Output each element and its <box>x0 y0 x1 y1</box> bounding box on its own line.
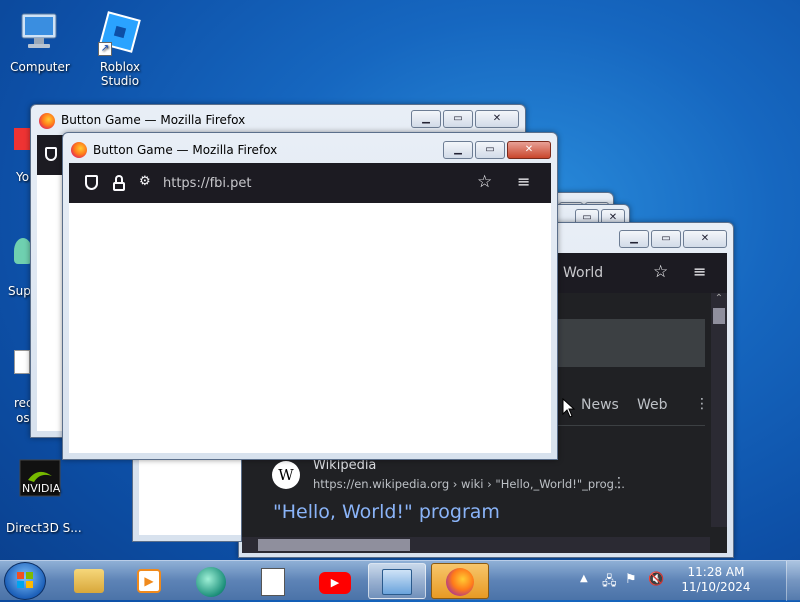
more-options-icon[interactable]: ⋮ <box>695 396 709 412</box>
permissions-icon[interactable]: ⚙ <box>139 174 151 189</box>
scroll-up-arrow-icon[interactable]: ⌃ <box>711 293 727 304</box>
taskbar-file-explorer[interactable] <box>60 563 118 599</box>
clock[interactable]: 11:28 AM 11/10/2024 <box>676 565 756 595</box>
file-icon <box>14 350 30 374</box>
scrollbar[interactable]: ⌃ <box>711 293 727 527</box>
minimize-button[interactable]: ▁ <box>411 110 441 128</box>
lock-icon[interactable] <box>113 175 125 191</box>
firefox-icon <box>446 568 474 596</box>
roblox-studio-icon: ↗ <box>96 8 144 56</box>
close-button[interactable]: ✕ <box>507 141 551 159</box>
desktop-label-partial: Yo <box>16 170 30 184</box>
window-title: Button Game — Mozilla Firefox <box>93 143 278 157</box>
network-icon[interactable]: 🖧 <box>602 572 617 594</box>
tabs-divider <box>545 425 705 426</box>
file-explorer-icon <box>74 569 104 593</box>
taskbar-control-panel[interactable] <box>368 563 426 599</box>
scroll-thumb[interactable] <box>258 539 410 551</box>
bookmark-star-icon[interactable]: ☆ <box>653 262 668 282</box>
volume-muted-icon[interactable]: 🔇 <box>648 572 664 587</box>
clock-time: 11:28 AM <box>687 565 745 579</box>
desktop-label-partial: NVIDIA <box>22 482 61 495</box>
firefox-icon <box>39 113 55 129</box>
desktop-label-partial: Sup <box>8 284 31 298</box>
scroll-thumb[interactable] <box>713 308 725 324</box>
desktop-icon-label: Computer <box>10 60 70 74</box>
close-button[interactable]: ✕ <box>683 230 727 248</box>
taskbar-globe-app[interactable] <box>182 563 240 599</box>
close-button[interactable]: ✕ <box>475 110 519 128</box>
taskbar-notepad[interactable] <box>244 563 302 599</box>
navigation-toolbar: ⚙ ☆ ≡ <box>69 163 551 203</box>
horizontal-scrollbar[interactable] <box>242 537 710 553</box>
minimize-button[interactable]: ▁ <box>619 230 649 248</box>
result-title-link[interactable]: "Hello, World!" program <box>273 501 500 523</box>
search-box-area <box>545 319 705 367</box>
tab-web[interactable]: Web <box>637 397 668 413</box>
mouse-cursor-icon <box>562 397 576 421</box>
maximize-button[interactable]: ▭ <box>651 230 681 248</box>
window-titlebar[interactable]: Button Game — Mozilla Firefox ▁ ▭ ✕ <box>63 133 557 163</box>
tab-news[interactable]: News <box>581 397 619 413</box>
query-fragment: World <box>563 265 604 281</box>
media-player-icon: ▶ <box>137 569 161 593</box>
firefox-window-front[interactable]: Button Game — Mozilla Firefox ▁ ▭ ✕ ⚙ ☆ … <box>62 132 558 460</box>
bookmark-star-icon[interactable]: ☆ <box>477 172 492 192</box>
action-center-flag-icon[interactable]: ⚑ <box>625 572 637 587</box>
minimize-button[interactable]: ▁ <box>443 141 473 159</box>
notepad-icon <box>261 568 285 596</box>
taskbar-media-player[interactable]: ▶ <box>120 563 178 599</box>
result-site-name: Wikipedia <box>313 458 377 473</box>
shield-icon <box>45 147 57 161</box>
show-hidden-icons-button[interactable]: ▲ <box>580 573 588 584</box>
taskbar-youtube[interactable]: ▶ <box>306 563 364 599</box>
page-content[interactable] <box>69 203 551 453</box>
windows-logo-icon <box>17 572 33 588</box>
show-desktop-button[interactable] <box>786 561 800 601</box>
maximize-button[interactable]: ▭ <box>475 141 505 159</box>
result-url[interactable]: https://en.wikipedia.org › wiki › "Hello… <box>313 477 625 491</box>
page-content <box>139 459 241 535</box>
menu-icon[interactable]: ≡ <box>517 172 530 191</box>
maximize-button[interactable]: ▭ <box>443 110 473 128</box>
search-result-panel: W Wikipedia https://en.wikipedia.org › w… <box>242 455 710 553</box>
window-titlebar[interactable]: Button Game — Mozilla Firefox ▁ ▭ ✕ <box>31 105 525 135</box>
menu-icon[interactable]: ≡ <box>693 262 706 281</box>
window-title: Button Game — Mozilla Firefox <box>61 113 246 127</box>
desktop-label-partial: os <box>16 411 30 425</box>
firefox-icon <box>71 142 87 158</box>
computer-icon <box>16 8 64 56</box>
control-panel-icon <box>382 569 412 595</box>
clock-date: 11/10/2024 <box>681 580 751 594</box>
background-window-edge[interactable] <box>132 454 242 542</box>
url-input[interactable] <box>161 173 421 193</box>
desktop-icon-label: Roblox Studio <box>99 60 141 88</box>
desktop-icon-computer[interactable]: Computer <box>0 8 80 74</box>
taskbar-firefox[interactable] <box>431 563 489 599</box>
start-button[interactable] <box>4 562 46 600</box>
taskbar: ▶ ▶ ▲ 🖧 ⚑ 🔇 11:28 AM 11/10/2024 <box>0 560 800 601</box>
shortcut-arrow-icon: ↗ <box>98 42 112 56</box>
desktop-icon-roblox-studio[interactable]: ↗ Roblox Studio <box>80 8 160 88</box>
wikipedia-favicon-icon: W <box>272 461 300 489</box>
result-options-icon[interactable]: ⋮ <box>612 475 626 491</box>
globe-app-icon <box>196 567 226 597</box>
desktop-icon-nvidia[interactable] <box>0 458 80 502</box>
tracking-shield-icon[interactable] <box>85 175 98 190</box>
desktop-label-partial: Direct3D S... <box>6 521 82 535</box>
youtube-icon: ▶ <box>319 572 351 594</box>
